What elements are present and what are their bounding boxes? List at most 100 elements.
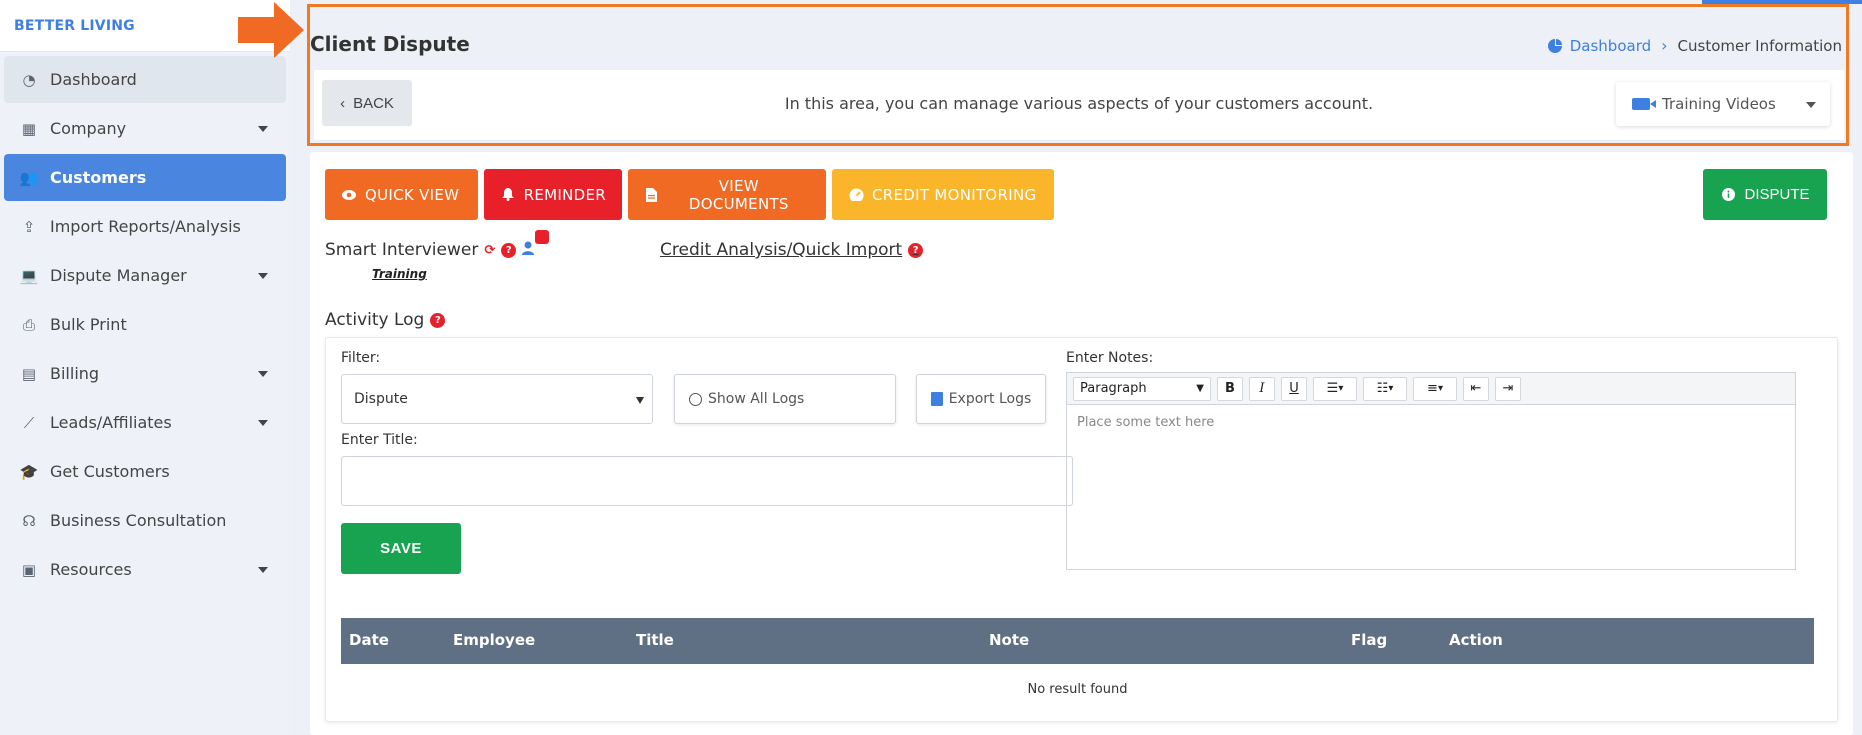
column-employee[interactable]: Employee: [453, 631, 535, 649]
column-note[interactable]: Note: [989, 631, 1029, 649]
underline-icon[interactable]: U: [1281, 376, 1307, 401]
breadcrumb-dashboard-label: Dashboard: [1569, 36, 1652, 55]
info-circle-icon: [1720, 187, 1736, 203]
caret-down-icon: [258, 419, 268, 426]
pie-chart-icon: ◔: [22, 70, 36, 89]
caret-down-icon: [258, 370, 268, 377]
sidebar-item-label: Billing: [50, 364, 100, 383]
reminder-button[interactable]: REMINDER: [484, 169, 622, 220]
sidebar-item-dashboard[interactable]: ◔ Dashboard: [4, 56, 286, 103]
column-title[interactable]: Title: [636, 631, 674, 649]
caret-down-icon: [636, 397, 644, 404]
chevron-right-icon: ›: [1661, 36, 1668, 55]
sidebar-item-label: Resources: [50, 560, 132, 579]
dispute-button[interactable]: DISPUTE: [1703, 169, 1827, 220]
sidebar-item-import-reports-analysis[interactable]: ⇪ Import Reports/Analysis: [4, 203, 286, 250]
quick-view-label: QUICK VIEW: [365, 185, 460, 204]
training-videos-label: Training Videos: [1662, 95, 1776, 113]
info-text: In this area, you can manage various asp…: [784, 94, 1374, 113]
action-buttons: QUICK VIEW REMINDER VIEW DOCUMENTS CREDI…: [325, 169, 1054, 220]
training-videos-dropdown[interactable]: Training Videos: [1616, 82, 1830, 126]
indent-icon[interactable]: ⇥: [1495, 376, 1521, 401]
save-button[interactable]: SAVE: [341, 523, 461, 574]
file-import-icon: ⇪: [22, 217, 36, 236]
credit-monitoring-label: CREDIT MONITORING: [872, 185, 1037, 204]
editor-toolbar: Paragraph ▼ B I U ☰ ▾ ☷ ▾ ≡ ▾ ⇤ ⇥: [1067, 373, 1795, 405]
activity-log-card: Filter: Dispute Show All Logs Export Log…: [325, 337, 1838, 722]
sidebar-item-company[interactable]: ▦ Company: [4, 105, 286, 152]
paragraph-format-select[interactable]: Paragraph ▼: [1073, 376, 1211, 401]
quick-view-button[interactable]: QUICK VIEW: [325, 169, 478, 220]
boxes-icon: ▣: [21, 560, 37, 579]
empty-table-message: No result found: [1027, 682, 1128, 697]
breadcrumb: Dashboard › Customer Information: [1547, 36, 1842, 55]
show-all-logs-radio[interactable]: Show All Logs: [674, 374, 896, 424]
line-chart-icon: ⟋: [23, 413, 35, 432]
sidebar-item-label: Company: [50, 119, 127, 138]
credit-analysis-label: Credit Analysis/Quick Import: [660, 240, 903, 260]
column-flag[interactable]: Flag: [1351, 631, 1387, 649]
credit-monitoring-button[interactable]: CREDIT MONITORING: [832, 169, 1054, 220]
caret-down-icon: [258, 272, 268, 279]
user-icon[interactable]: [522, 240, 535, 260]
breadcrumb-current: Customer Information: [1677, 36, 1842, 55]
invoice-icon: ▤: [21, 364, 37, 383]
enter-title-label: Enter Title:: [341, 432, 418, 448]
paragraph-format-label: Paragraph: [1080, 381, 1147, 396]
filter-label: Filter:: [341, 350, 381, 366]
eye-icon: [341, 187, 357, 203]
sidebar-item-label: Business Consultation: [50, 511, 227, 530]
title-input[interactable]: [341, 456, 1073, 506]
sidebar-item-leads-affiliates[interactable]: ⟋ Leads/Affiliates: [4, 399, 286, 446]
notification-badge: [535, 230, 549, 244]
sidebar: BETTER LIVING ◔ Dashboard ▦ Company 👥 Custome…: [0, 0, 290, 735]
column-action[interactable]: Action: [1449, 631, 1503, 649]
filter-select[interactable]: Dispute: [341, 374, 653, 424]
sidebar-item-label: Leads/Affiliates: [50, 413, 172, 432]
bold-icon[interactable]: B: [1217, 376, 1243, 401]
help-icon[interactable]: ?: [430, 312, 446, 328]
sidebar-item-resources[interactable]: ▣ Resources: [4, 546, 286, 593]
help-icon[interactable]: ?: [908, 242, 924, 258]
document-icon: [644, 187, 660, 203]
numbered-list-icon[interactable]: ☷ ▾: [1363, 376, 1407, 401]
headset-icon: ☊: [22, 511, 36, 530]
reminder-label: REMINDER: [523, 185, 606, 204]
refresh-icon[interactable]: ⟳: [484, 243, 495, 258]
sidebar-item-get-customers[interactable]: 🎓 Get Customers: [4, 448, 286, 495]
enter-notes-label: Enter Notes:: [1066, 350, 1154, 366]
bulleted-list-icon[interactable]: ☰ ▾: [1313, 376, 1357, 401]
activity-log-title: Activity Log ?: [325, 310, 446, 330]
outdent-icon[interactable]: ⇤: [1463, 376, 1489, 401]
arrow-pointer-icon: [238, 2, 304, 58]
filter-value: Dispute: [354, 391, 408, 407]
info-bar: ‹ BACK In this area, you can manage vari…: [314, 70, 1844, 140]
breadcrumb-dashboard-link[interactable]: Dashboard: [1547, 36, 1652, 55]
bell-icon: [500, 187, 516, 203]
show-all-logs-label: Show All Logs: [708, 391, 805, 407]
sidebar-item-customers[interactable]: 👥 Customers: [4, 154, 286, 201]
sidebar-item-bulk-print[interactable]: ⎙ Bulk Print: [4, 301, 286, 348]
italic-icon[interactable]: I: [1249, 376, 1275, 401]
column-date[interactable]: Date: [349, 631, 389, 649]
laptop-icon: 💻: [19, 266, 39, 285]
smart-interviewer: Smart Interviewer ⟳ ?: [325, 230, 549, 260]
credit-analysis-link[interactable]: Credit Analysis/Quick Import ?: [660, 240, 924, 260]
smart-interviewer-label: Smart Interviewer: [325, 240, 479, 260]
training-link[interactable]: Training: [372, 267, 427, 281]
sidebar-item-label: Bulk Print: [50, 315, 127, 334]
users-icon: 👥: [19, 168, 39, 187]
main-card: QUICK VIEW REMINDER VIEW DOCUMENTS CREDI…: [310, 152, 1853, 735]
view-documents-button[interactable]: VIEW DOCUMENTS: [628, 169, 826, 220]
sidebar-item-dispute-manager[interactable]: 💻 Dispute Manager: [4, 252, 286, 299]
notes-editor[interactable]: Paragraph ▼ B I U ☰ ▾ ☷ ▾ ≡ ▾ ⇤ ⇥ Place …: [1066, 372, 1796, 570]
chevron-down-icon: ▼: [1196, 383, 1204, 394]
help-icon[interactable]: ?: [501, 242, 517, 258]
sidebar-item-label: Dashboard: [50, 70, 137, 89]
sidebar-item-billing[interactable]: ▤ Billing: [4, 350, 286, 397]
sidebar-item-business-consultation[interactable]: ☊ Business Consultation: [4, 497, 286, 544]
export-logs-button[interactable]: Export Logs: [916, 374, 1046, 424]
align-icon[interactable]: ≡ ▾: [1413, 376, 1457, 401]
sidebar-nav: ◔ Dashboard ▦ Company 👥 Customers ⇪ Import Repo…: [0, 52, 290, 593]
pie-chart-icon: [1547, 38, 1562, 53]
